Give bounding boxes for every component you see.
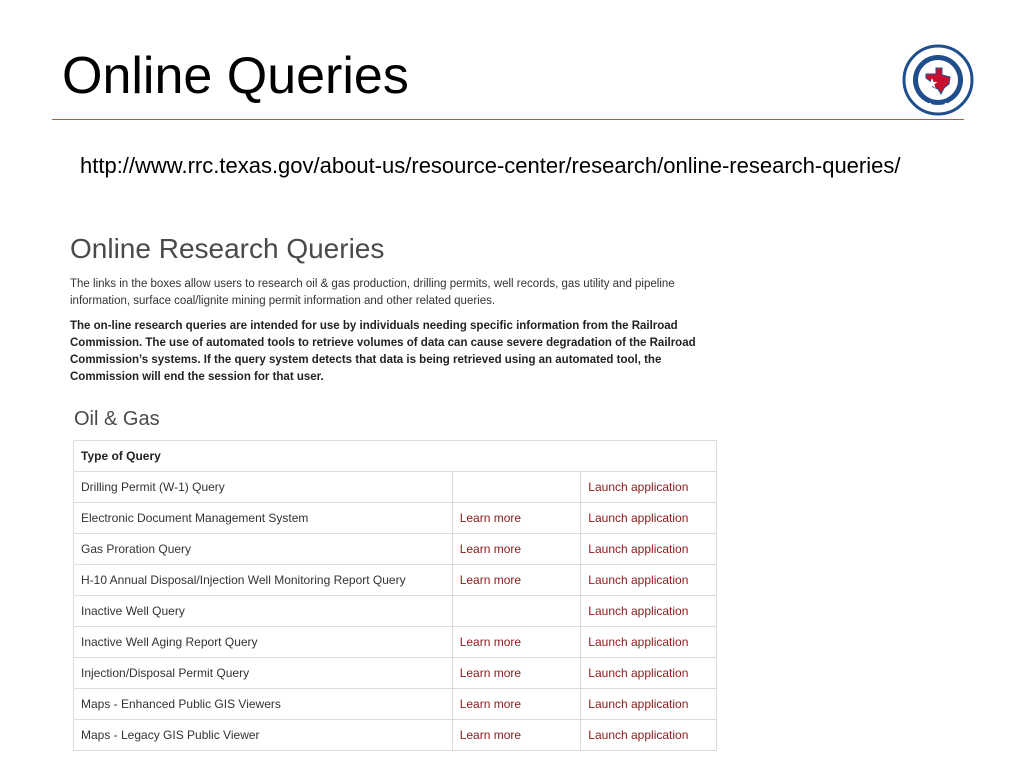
learn-more-link[interactable]: Learn more [451, 533, 582, 565]
query-name: H-10 Annual Disposal/Injection Well Moni… [73, 564, 453, 596]
learn-more-link[interactable]: Learn more [451, 564, 582, 596]
intro-paragraph: The links in the boxes allow users to re… [70, 278, 675, 307]
section-title-oil-gas: Oil & Gas [74, 408, 160, 430]
slide-title: Online Queries [62, 47, 409, 105]
query-name: Inactive Well Query [73, 595, 453, 627]
page-heading: Online Research Queries [70, 233, 385, 264]
query-name: Injection/Disposal Permit Query [73, 657, 453, 689]
table-row: Inactive Well Query Launch application [73, 595, 717, 627]
launch-application-link[interactable]: Launch application [580, 564, 717, 596]
source-url[interactable]: http://www.rrc.texas.gov/about-us/resour… [80, 151, 920, 181]
launch-application-link[interactable]: Launch application [580, 626, 717, 658]
queries-table: Type of Query Drilling Permit (W-1) Quer… [73, 440, 717, 751]
learn-more-link[interactable]: Learn more [451, 657, 582, 689]
launch-application-link[interactable]: Launch application [580, 688, 717, 720]
learn-more-link[interactable]: Learn more [451, 719, 582, 751]
title-divider [52, 119, 964, 120]
table-header: Type of Query [73, 440, 717, 472]
embedded-webpage-screenshot: Online Research Queries The links in the… [62, 226, 732, 768]
railroad-commission-seal-logo [902, 44, 974, 116]
launch-application-link[interactable]: Launch application [580, 719, 717, 751]
table-row: Electronic Document Management System Le… [73, 502, 717, 534]
table-row: Injection/Disposal Permit Query Learn mo… [73, 657, 717, 689]
table-header-row: Type of Query [73, 440, 717, 472]
query-name: Electronic Document Management System [73, 502, 453, 534]
learn-more-link[interactable] [451, 471, 582, 503]
table-row: Drilling Permit (W-1) Query Launch appli… [73, 471, 717, 503]
learn-more-link[interactable]: Learn more [451, 502, 582, 534]
query-name: Maps - Legacy GIS Public Viewer [73, 719, 453, 751]
launch-application-link[interactable]: Launch application [580, 502, 717, 534]
query-name: Inactive Well Aging Report Query [73, 626, 453, 658]
table-row: Inactive Well Aging Report Query Learn m… [73, 626, 717, 658]
launch-application-link[interactable]: Launch application [580, 471, 717, 503]
launch-application-link[interactable]: Launch application [580, 533, 717, 565]
table-row: Maps - Enhanced Public GIS Viewers Learn… [73, 688, 717, 720]
table-row: Gas Proration Query Learn more Launch ap… [73, 533, 717, 565]
learn-more-link[interactable]: Learn more [451, 626, 582, 658]
table-row: Maps - Legacy GIS Public Viewer Learn mo… [73, 719, 717, 751]
query-name: Maps - Enhanced Public GIS Viewers [73, 688, 453, 720]
learn-more-link[interactable]: Learn more [451, 688, 582, 720]
launch-application-link[interactable]: Launch application [580, 657, 717, 689]
automated-tools-notice: The on-line research queries are intende… [70, 320, 696, 383]
query-name: Gas Proration Query [73, 533, 453, 565]
launch-application-link[interactable]: Launch application [580, 595, 717, 627]
learn-more-link[interactable] [451, 595, 582, 627]
table-row: H-10 Annual Disposal/Injection Well Moni… [73, 564, 717, 596]
query-name: Drilling Permit (W-1) Query [73, 471, 453, 503]
